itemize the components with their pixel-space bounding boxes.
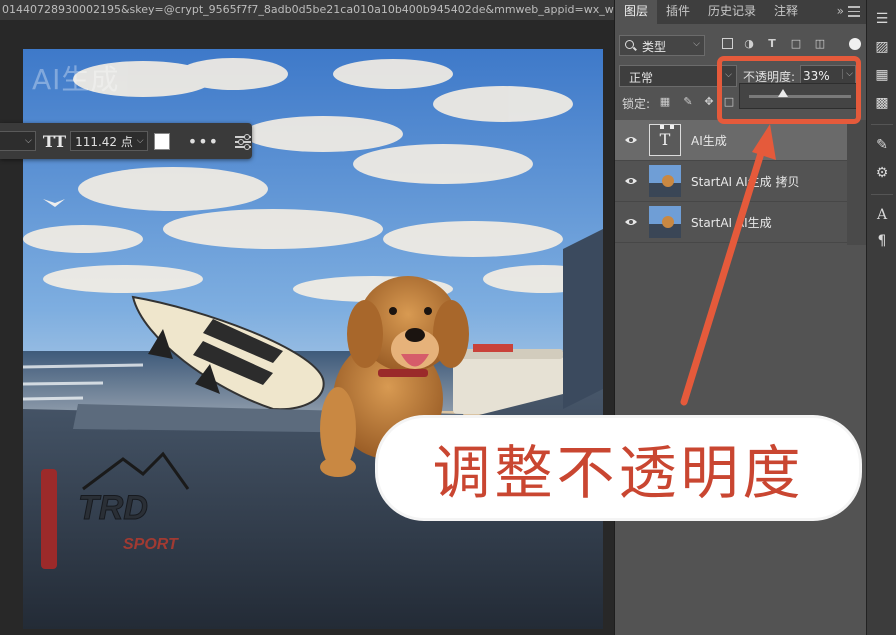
lock-position-icon[interactable]: ✥ xyxy=(703,96,715,108)
filter-toggle-icon[interactable] xyxy=(849,38,861,50)
more-options-icon[interactable]: ••• xyxy=(188,132,219,151)
font-size-icon: TT xyxy=(42,131,67,151)
panel-scrollbar[interactable] xyxy=(847,120,867,245)
font-style-dropdown[interactable]: ⌵ xyxy=(0,131,36,151)
image-layer-thumbnail xyxy=(649,206,681,238)
swatches-icon[interactable]: ▦ xyxy=(873,66,891,84)
layer-name: StartAI AI生成 拷贝 xyxy=(691,175,800,189)
divider xyxy=(871,124,893,125)
paragraph-icon[interactable]: ¶ xyxy=(873,232,891,250)
divider xyxy=(871,194,893,195)
layer-name: AI生成 xyxy=(691,134,727,148)
watermark-text: AI生成 xyxy=(32,63,120,96)
adjust-icon[interactable]: ⚙ xyxy=(873,164,891,182)
chevron-down-icon: ⌵ xyxy=(693,39,700,49)
filter-adjustment-icon[interactable]: ◑ xyxy=(743,38,755,50)
window-title: 01440728930002195&skey=@crypt_9565f7f7_8… xyxy=(0,0,614,20)
filter-type-label: 类型 xyxy=(642,40,667,54)
tab-history[interactable]: 历史记录 xyxy=(699,0,765,24)
filter-shape-icon[interactable]: □ xyxy=(790,38,802,50)
eye-icon[interactable] xyxy=(624,174,638,188)
layer-filter-dropdown[interactable]: 类型 ⌵ xyxy=(619,35,705,56)
lock-label: 锁定: xyxy=(622,97,651,111)
callout-text: 调整不透明度 xyxy=(432,439,805,507)
layer-row-ai-text[interactable]: T AI生成 xyxy=(615,120,847,161)
panel-menu-icon[interactable] xyxy=(848,3,860,20)
lock-image-pixels-icon[interactable]: ✎ xyxy=(682,96,694,108)
panel-tabs: 图层 插件 历史记录 注释 » xyxy=(615,0,866,24)
settings-sliders-icon[interactable] xyxy=(235,134,252,150)
eye-icon[interactable] xyxy=(624,133,638,147)
opacity-highlight-box xyxy=(717,56,861,124)
search-icon xyxy=(625,40,634,49)
character-icon[interactable]: A xyxy=(873,206,891,224)
lock-transparent-pixels-icon[interactable]: ▦ xyxy=(659,96,671,108)
tab-notes[interactable]: 注释 xyxy=(765,0,807,24)
font-size-dropdown[interactable]: 111.42 点 ⌵ xyxy=(70,131,148,151)
tab-plugins[interactable]: 插件 xyxy=(657,0,699,24)
brush-icon[interactable]: ✎ xyxy=(873,136,891,154)
image-layer-thumbnail xyxy=(649,165,681,197)
callout-bubble: 调整不透明度 xyxy=(378,418,859,518)
text-layer-thumbnail: T xyxy=(649,124,681,156)
text-color-swatch[interactable] xyxy=(153,132,170,150)
font-size-value: 111.42 点 xyxy=(75,134,133,149)
tab-layers[interactable]: 图层 xyxy=(615,0,658,24)
layer-row-image[interactable]: StartAI AI生成 xyxy=(615,202,847,243)
layer-filter-row: 类型 ⌵ ◑ T □ ◫ xyxy=(615,35,867,57)
eye-icon[interactable] xyxy=(624,215,638,229)
filter-smart-object-icon[interactable]: ◫ xyxy=(814,38,826,50)
text-options-bar: ⌵ TT 111.42 点 ⌵ ••• xyxy=(0,123,252,159)
layers-list: T AI生成 StartAI AI生成 拷贝 StartAI AI生成 xyxy=(615,120,847,243)
filter-type-icon[interactable]: T xyxy=(766,38,778,50)
layers-icon[interactable]: ☰ xyxy=(873,10,891,28)
svg-text:SPORT: SPORT xyxy=(123,536,179,553)
chevron-down-icon: ⌵ xyxy=(25,136,32,146)
layer-name: StartAI AI生成 xyxy=(691,216,772,230)
chevron-down-icon: ⌵ xyxy=(136,136,144,146)
comment-icon[interactable]: ▩ xyxy=(873,94,891,112)
layer-row-image-copy[interactable]: StartAI AI生成 拷贝 xyxy=(615,161,847,202)
library-icon[interactable]: ▨ xyxy=(873,38,891,56)
right-tool-strip: ☰ ▨ ▦ ▩ ✎ ⚙ A ¶ xyxy=(866,0,896,635)
svg-text:TRD: TRD xyxy=(78,489,148,527)
filter-pixel-icon[interactable] xyxy=(722,38,733,49)
collapse-panels-icon[interactable]: » xyxy=(837,4,844,18)
blend-mode-value: 正常 xyxy=(629,71,654,85)
